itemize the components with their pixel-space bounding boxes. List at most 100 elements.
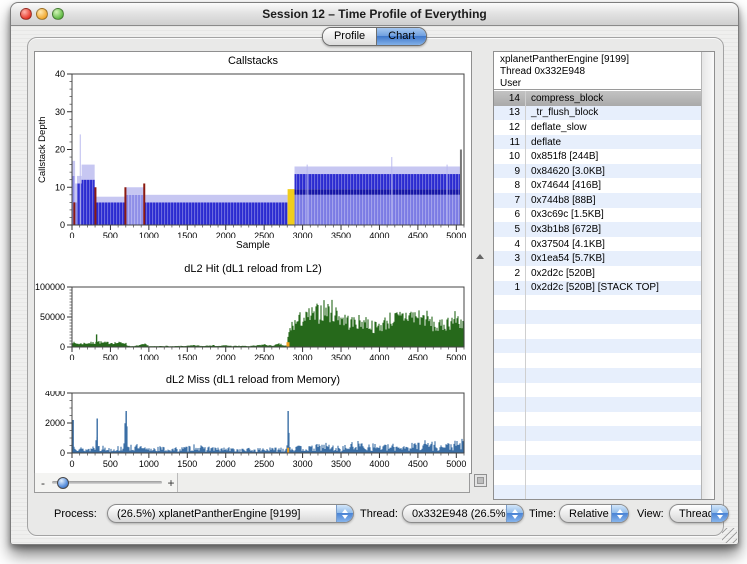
stack-frame-row[interactable] xyxy=(494,397,702,412)
scrollbar-corner-box xyxy=(474,474,487,487)
svg-text:4500: 4500 xyxy=(408,231,428,238)
window-title: Session 12 – Time Profile of Everything xyxy=(11,3,738,25)
stack-frame-row[interactable]: 14compress_block xyxy=(494,91,702,106)
svg-text:2500: 2500 xyxy=(254,231,274,238)
svg-text:5000: 5000 xyxy=(446,459,466,469)
header-thread: Thread 0x332E948 xyxy=(500,66,702,78)
process-popup[interactable]: (26.5%) xplanetPantherEngine [9199] xyxy=(107,504,354,523)
svg-text:0: 0 xyxy=(60,342,65,352)
frame-depth: 8 xyxy=(494,178,526,193)
stack-frame-row[interactable] xyxy=(494,310,702,325)
stack-frame-row[interactable]: 80x74644 [416B] xyxy=(494,178,702,193)
stack-frame-row[interactable]: 10x2d2c [520B] [STACK TOP] xyxy=(494,281,702,296)
view-popup[interactable]: Thread xyxy=(669,504,729,523)
zoom-slider-thumb[interactable] xyxy=(57,477,69,489)
callstacks-x-axis-label: Sample xyxy=(35,240,471,251)
dl2-hit-chart: 0500001000000500100015002000250030003500… xyxy=(35,278,471,360)
stack-frame-row[interactable]: 20x2d2c [520B] xyxy=(494,266,702,281)
svg-text:0: 0 xyxy=(69,353,74,360)
svg-text:1500: 1500 xyxy=(177,231,197,238)
frame-depth: 12 xyxy=(494,120,526,135)
dl2-hit-title: dL2 Hit (dL1 reload from L2) xyxy=(35,263,471,275)
popup-stepper-icon xyxy=(611,505,628,522)
stack-frame-row[interactable]: 11deflate xyxy=(494,135,702,150)
thread-popup[interactable]: 0x332E948 (26.5%) xyxy=(402,504,524,523)
svg-text:2500: 2500 xyxy=(254,459,274,469)
zoom-in-icon[interactable]: + xyxy=(165,476,177,490)
stack-frame-row[interactable] xyxy=(494,412,702,427)
stack-rows: 14compress_block13_tr_flush_block12defla… xyxy=(494,91,702,499)
frame-depth: 14 xyxy=(494,91,526,106)
svg-text:1500: 1500 xyxy=(177,353,197,360)
popup-stepper-icon xyxy=(506,505,523,522)
stack-frame-row[interactable] xyxy=(494,383,702,398)
svg-text:3500: 3500 xyxy=(331,459,351,469)
frame-depth xyxy=(494,353,526,368)
stack-frame-row[interactable]: 100x851f8 [244B] xyxy=(494,149,702,164)
svg-text:2000: 2000 xyxy=(216,231,236,238)
stack-frame-row[interactable]: 90x84620 [3.0KB] xyxy=(494,164,702,179)
frame-depth: 3 xyxy=(494,251,526,266)
zoom-out-icon[interactable]: - xyxy=(37,476,49,490)
stack-frame-row[interactable] xyxy=(494,324,702,339)
scroll-up-arrow-icon[interactable] xyxy=(476,254,484,259)
svg-text:2500: 2500 xyxy=(254,353,274,360)
callstack-header: xplanetPantherEngine [9199] Thread 0x332… xyxy=(494,52,702,90)
stack-frame-row[interactable] xyxy=(494,295,702,310)
frame-depth xyxy=(494,339,526,354)
stack-frame-row[interactable] xyxy=(494,353,702,368)
stack-frame-row[interactable] xyxy=(494,426,702,441)
time-popup[interactable]: Relative xyxy=(559,504,629,523)
stack-frame-row[interactable]: 13_tr_flush_block xyxy=(494,106,702,121)
svg-text:2000: 2000 xyxy=(216,353,236,360)
tab-chart[interactable]: Chart xyxy=(376,28,426,45)
svg-text:1000: 1000 xyxy=(139,459,159,469)
frame-symbol: 0x37504 [4.1KB] xyxy=(526,239,605,250)
stack-frame-row[interactable] xyxy=(494,368,702,383)
svg-text:500: 500 xyxy=(103,353,118,360)
list-scrollbar[interactable] xyxy=(701,52,714,499)
callstacks-chart: 0102030400500100015002000250030003500400… xyxy=(35,66,471,238)
svg-text:30: 30 xyxy=(55,107,65,117)
chart-zoom-strip: - + xyxy=(34,473,470,493)
svg-text:4000: 4000 xyxy=(369,231,389,238)
stack-frame-row[interactable] xyxy=(494,339,702,354)
frame-symbol: 0x851f8 [244B] xyxy=(526,151,598,162)
frame-depth: 2 xyxy=(494,266,526,281)
time-label: Time: xyxy=(529,508,556,520)
stack-frame-row[interactable]: 50x3b1b8 [672B] xyxy=(494,222,702,237)
frame-depth xyxy=(494,383,526,398)
resize-grip[interactable] xyxy=(722,528,737,543)
svg-text:4000: 4000 xyxy=(369,353,389,360)
frame-symbol: 0x1ea54 [5.7KB] xyxy=(526,253,605,264)
tab-profile[interactable]: Profile xyxy=(323,28,376,45)
frame-depth xyxy=(494,412,526,427)
stack-frame-row[interactable]: 12deflate_slow xyxy=(494,120,702,135)
tab-segmented-control: Profile Chart xyxy=(322,27,427,46)
stack-frame-row[interactable] xyxy=(494,470,702,485)
title-bar[interactable]: Session 12 – Time Profile of Everything xyxy=(11,3,738,26)
frame-depth xyxy=(494,426,526,441)
stack-frame-row[interactable] xyxy=(494,455,702,470)
header-process: xplanetPantherEngine [9199] xyxy=(500,54,702,66)
stack-frame-row[interactable] xyxy=(494,441,702,456)
frame-depth xyxy=(494,470,526,485)
frame-symbol: 0x3b1b8 [672B] xyxy=(526,224,601,235)
frame-depth: 13 xyxy=(494,106,526,121)
stack-frame-row[interactable]: 70x744b8 [88B] xyxy=(494,193,702,208)
frame-depth: 9 xyxy=(494,164,526,179)
app-window: Session 12 – Time Profile of Everything … xyxy=(10,2,739,545)
frame-depth xyxy=(494,485,526,500)
thread-popup-value: 0x332E948 (26.5%) xyxy=(403,508,506,520)
frame-depth xyxy=(494,441,526,456)
chart-zoom-slider[interactable]: - + xyxy=(35,473,178,492)
stack-frame-row[interactable]: 60x3c69c [1.5KB] xyxy=(494,208,702,223)
stack-frame-row[interactable] xyxy=(494,485,702,500)
stack-frame-row[interactable]: 40x37504 [4.1KB] xyxy=(494,237,702,252)
svg-text:2000: 2000 xyxy=(45,418,65,428)
stack-frame-row[interactable]: 30x1ea54 [5.7KB] xyxy=(494,251,702,266)
view-tabs: Profile Chart xyxy=(11,27,738,46)
popup-stepper-icon xyxy=(336,505,353,522)
dl2-miss-title: dL2 Miss (dL1 reload from Memory) xyxy=(35,374,471,386)
svg-text:10: 10 xyxy=(55,182,65,192)
